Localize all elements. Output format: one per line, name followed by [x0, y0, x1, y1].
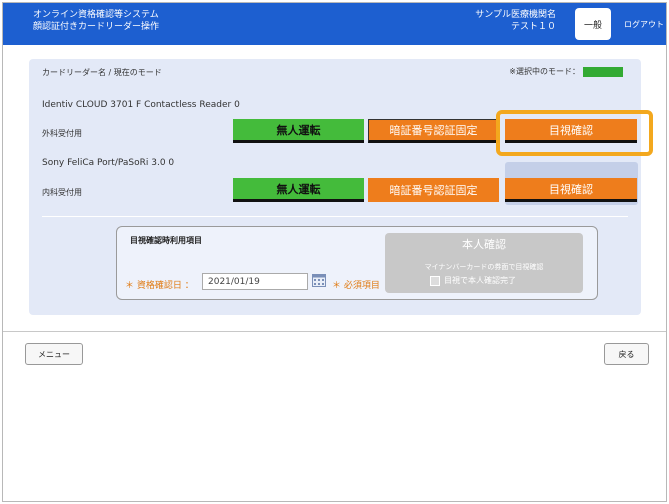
unattended-mode-button[interactable]: 無人運転 — [233, 119, 364, 143]
reader-mode-panel: カードリーダー名 / 現在のモード ※選択中のモード： Identiv CLOU… — [29, 59, 653, 315]
header-bar: オンライン資格確認等システム 顔認証付きカードリーダー操作 サンプル医療機関名 … — [3, 3, 666, 45]
logout-button[interactable]: ログアウト — [622, 3, 666, 45]
facility-name: サンプル医療機関名 — [475, 10, 556, 20]
current-mode-indicator: ※選択中のモード： — [509, 66, 623, 77]
identity-verify-title: 本人確認 — [462, 238, 506, 251]
breadcrumb: カードリーダー名 / 現在のモード — [42, 68, 162, 77]
user-name: テスト１０ — [510, 22, 556, 32]
pin-auth-mode-button[interactable]: 暗証番号認証固定 — [368, 178, 499, 202]
footer-separator — [3, 331, 666, 332]
identity-verified-label: 目視で本人確認完了 — [444, 276, 516, 285]
menu-button[interactable]: メニュー — [25, 343, 83, 365]
reader-name: Sony FeliCa Port/PaSoRi 3.0 0 — [42, 158, 175, 168]
checkbox-icon[interactable] — [430, 275, 440, 286]
facility-info: サンプル医療機関名 テスト１０ — [475, 9, 556, 33]
system-title-line2: 顔認証付きカードリーダー操作 — [33, 22, 160, 32]
role-button[interactable]: 一般 — [575, 8, 611, 40]
reader-usage-label: 外科受付用 — [42, 129, 82, 138]
current-mode-swatch — [583, 66, 623, 77]
identity-verified-checkbox[interactable]: 目視で本人確認完了 — [430, 275, 516, 286]
eligibility-date-label: ＊ 資格確認日 ： — [125, 281, 194, 291]
identity-verify-button[interactable]: 本人確認 マイナンバーカードの券面で目視確認 目視で本人確認完了 — [385, 233, 583, 293]
identity-verify-note: マイナンバーカードの券面で目視確認 — [424, 263, 544, 271]
pin-auth-mode-button[interactable]: 暗証番号認証固定 — [368, 119, 499, 143]
app-window: オンライン資格確認等システム 顔認証付きカードリーダー操作 サンプル医療機関名 … — [2, 2, 667, 502]
divider — [42, 216, 628, 217]
unattended-mode-button[interactable]: 無人運転 — [233, 178, 364, 202]
required-note: ＊ 必須項目 — [332, 281, 380, 291]
system-title: オンライン資格確認等システム 顔認証付きカードリーダー操作 — [33, 9, 159, 33]
reader-usage-label: 内科受付用 — [42, 188, 82, 197]
visual-check-mode-button[interactable]: 目視確認 — [505, 119, 637, 143]
system-title-line1: オンライン資格確認等システム — [33, 10, 159, 20]
current-mode-label: ※選択中のモード： — [509, 67, 580, 76]
calendar-icon[interactable] — [312, 273, 326, 287]
eligibility-date-input[interactable] — [202, 273, 308, 290]
reader-name: Identiv CLOUD 3701 F Contactless Reader … — [42, 100, 240, 110]
visual-check-items-title: 目視確認時利用項目 — [130, 236, 202, 245]
back-button[interactable]: 戻る — [604, 343, 649, 365]
visual-check-mode-button[interactable]: 目視確認 — [505, 178, 637, 202]
